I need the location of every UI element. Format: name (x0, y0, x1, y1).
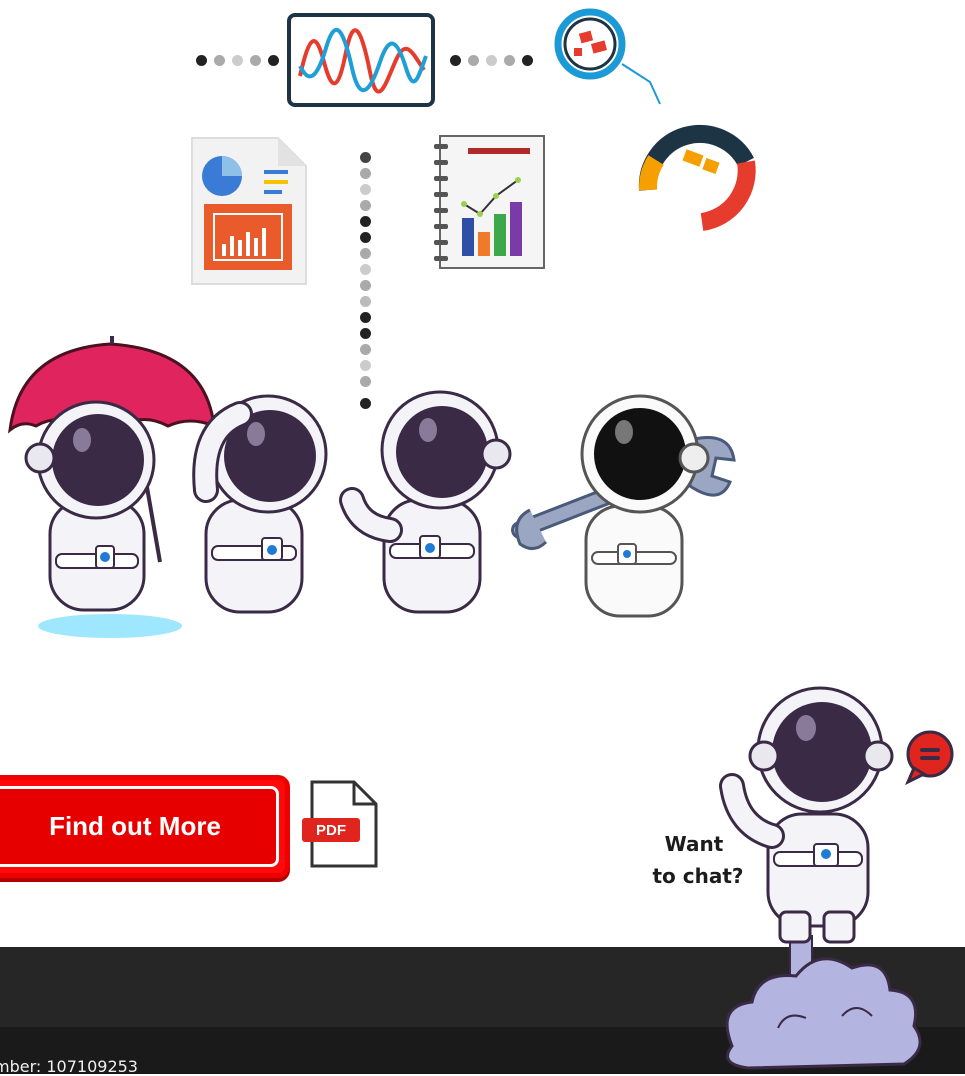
chat-text-line1: Want (664, 832, 724, 856)
pdf-label: PDF (316, 822, 346, 839)
astronaut-group (8, 336, 736, 638)
waveform-chart-icon (287, 13, 435, 107)
chat-text-line2: to chat? (652, 864, 744, 888)
chat-widget[interactable]: Want to chat? (620, 676, 965, 1074)
find-out-more-label: Find out More (49, 811, 221, 841)
find-out-more-button[interactable]: Find out More (0, 775, 290, 878)
company-number-text: mber: 107109253 (0, 1057, 138, 1076)
chat-bubble-icon (905, 730, 954, 786)
process-diagram (0, 0, 965, 409)
notebook-chart-icon (434, 135, 545, 269)
astronaut-umbrella (8, 336, 216, 612)
astronaut-wrench (511, 394, 736, 618)
astronaut-presenting (339, 390, 512, 614)
donut-gauge-icon (638, 125, 756, 231)
astronaut-saluting (192, 394, 328, 614)
report-document-icon (191, 137, 307, 285)
